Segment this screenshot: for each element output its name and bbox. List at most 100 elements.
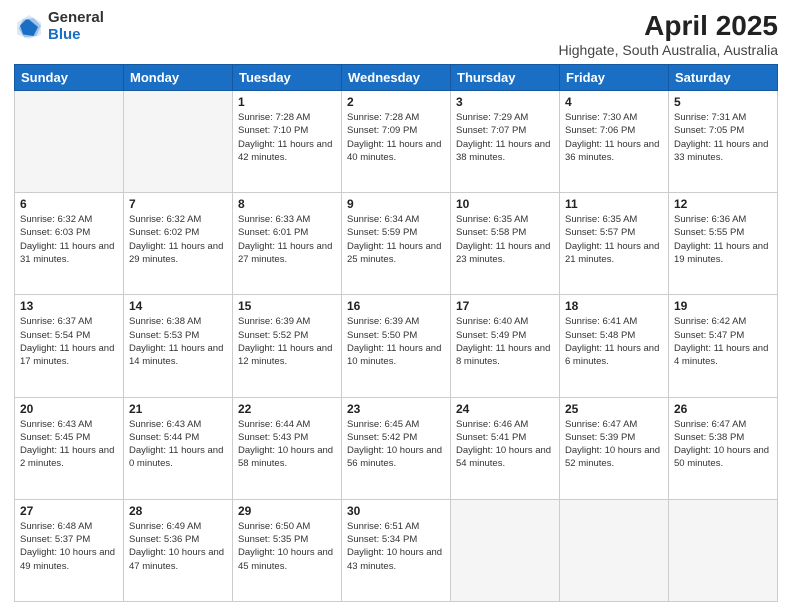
calendar-cell: 14 Sunrise: 6:38 AM Sunset: 5:53 PM Dayli… [124,295,233,397]
calendar-cell: 18 Sunrise: 6:41 AM Sunset: 5:48 PM Dayli… [560,295,669,397]
day-number: 20 [20,402,118,416]
day-info: Sunrise: 6:43 AM Sunset: 5:44 PM Dayligh… [129,418,227,471]
calendar-cell [560,499,669,601]
day-number: 19 [674,299,772,313]
day-number: 7 [129,197,227,211]
calendar-cell: 17 Sunrise: 6:40 AM Sunset: 5:49 PM Dayli… [451,295,560,397]
col-thursday: Thursday [451,65,560,91]
calendar-cell: 4Sunrise: 7:30 AM Sunset: 7:06 PM Daylig… [560,91,669,193]
calendar-cell: 12 Sunrise: 6:36 AM Sunset: 5:55 PM Dayli… [669,193,778,295]
day-info: Sunrise: 7:30 AM Sunset: 7:06 PM Dayligh… [565,111,663,164]
day-number: 23 [347,402,445,416]
day-number: 8 [238,197,336,211]
calendar-cell: 11Sunrise: 6:35 AM Sunset: 5:57 PM Dayli… [560,193,669,295]
calendar-cell: 3Sunrise: 7:29 AM Sunset: 7:07 PM Daylig… [451,91,560,193]
calendar-cell: 30 Sunrise: 6:51 AM Sunset: 5:34 PM Dayli… [342,499,451,601]
header-row: Sunday Monday Tuesday Wednesday Thursday… [15,65,778,91]
calendar-cell: 28 Sunrise: 6:49 AM Sunset: 5:36 PM Dayli… [124,499,233,601]
calendar-cell: 13 Sunrise: 6:37 AM Sunset: 5:54 PM Dayli… [15,295,124,397]
day-info: Sunrise: 6:40 AM Sunset: 5:49 PM Dayligh… [456,315,554,368]
day-info: Sunrise: 6:47 AM Sunset: 5:39 PM Dayligh… [565,418,663,471]
day-info: Sunrise: 6:45 AM Sunset: 5:42 PM Dayligh… [347,418,445,471]
day-info: Sunrise: 7:29 AM Sunset: 7:07 PM Dayligh… [456,111,554,164]
logo-icon [14,12,44,42]
day-number: 24 [456,402,554,416]
day-number: 26 [674,402,772,416]
day-info: Sunrise: 6:43 AM Sunset: 5:45 PM Dayligh… [20,418,118,471]
day-info: Sunrise: 6:35 AM Sunset: 5:57 PM Dayligh… [565,213,663,266]
day-number: 9 [347,197,445,211]
calendar-cell [124,91,233,193]
day-number: 18 [565,299,663,313]
week-row-0: 1 Sunrise: 7:28 AM Sunset: 7:10 PM Daylig… [15,91,778,193]
day-info: Sunrise: 6:41 AM Sunset: 5:48 PM Dayligh… [565,315,663,368]
week-row-3: 20 Sunrise: 6:43 AM Sunset: 5:45 PM Dayli… [15,397,778,499]
day-info: Sunrise: 6:34 AM Sunset: 5:59 PM Dayligh… [347,213,445,266]
week-row-1: 6Sunrise: 6:32 AM Sunset: 6:03 PM Daylig… [15,193,778,295]
calendar-cell: 27 Sunrise: 6:48 AM Sunset: 5:37 PM Dayli… [15,499,124,601]
title-area: April 2025 Highgate, South Australia, Au… [559,10,778,58]
col-friday: Friday [560,65,669,91]
col-monday: Monday [124,65,233,91]
day-number: 22 [238,402,336,416]
calendar-cell [669,499,778,601]
day-number: 25 [565,402,663,416]
day-info: Sunrise: 6:37 AM Sunset: 5:54 PM Dayligh… [20,315,118,368]
day-info: Sunrise: 7:28 AM Sunset: 7:10 PM Dayligh… [238,111,336,164]
day-number: 30 [347,504,445,518]
day-info: Sunrise: 6:44 AM Sunset: 5:43 PM Dayligh… [238,418,336,471]
day-info: Sunrise: 6:49 AM Sunset: 5:36 PM Dayligh… [129,520,227,573]
calendar-cell: 24 Sunrise: 6:46 AM Sunset: 5:41 PM Dayli… [451,397,560,499]
day-number: 29 [238,504,336,518]
day-info: Sunrise: 6:36 AM Sunset: 5:55 PM Dayligh… [674,213,772,266]
day-info: Sunrise: 6:46 AM Sunset: 5:41 PM Dayligh… [456,418,554,471]
col-sunday: Sunday [15,65,124,91]
day-number: 6 [20,197,118,211]
day-info: Sunrise: 7:31 AM Sunset: 7:05 PM Dayligh… [674,111,772,164]
day-number: 17 [456,299,554,313]
logo-general: General [48,10,104,27]
day-number: 5 [674,95,772,109]
day-number: 27 [20,504,118,518]
logo-text: General Blue [48,10,104,43]
day-info: Sunrise: 7:28 AM Sunset: 7:09 PM Dayligh… [347,111,445,164]
day-info: Sunrise: 6:47 AM Sunset: 5:38 PM Dayligh… [674,418,772,471]
calendar-title: April 2025 [559,10,778,42]
day-info: Sunrise: 6:51 AM Sunset: 5:34 PM Dayligh… [347,520,445,573]
day-number: 10 [456,197,554,211]
day-info: Sunrise: 6:38 AM Sunset: 5:53 PM Dayligh… [129,315,227,368]
day-info: Sunrise: 6:39 AM Sunset: 5:52 PM Dayligh… [238,315,336,368]
col-wednesday: Wednesday [342,65,451,91]
day-number: 14 [129,299,227,313]
calendar-cell: 6Sunrise: 6:32 AM Sunset: 6:03 PM Daylig… [15,193,124,295]
day-info: Sunrise: 6:42 AM Sunset: 5:47 PM Dayligh… [674,315,772,368]
day-number: 28 [129,504,227,518]
day-info: Sunrise: 6:48 AM Sunset: 5:37 PM Dayligh… [20,520,118,573]
calendar-cell: 22 Sunrise: 6:44 AM Sunset: 5:43 PM Dayli… [233,397,342,499]
calendar-cell: 7 Sunrise: 6:32 AM Sunset: 6:02 PM Daylig… [124,193,233,295]
calendar-cell: 2 Sunrise: 7:28 AM Sunset: 7:09 PM Daylig… [342,91,451,193]
calendar-cell [15,91,124,193]
day-number: 13 [20,299,118,313]
day-number: 1 [238,95,336,109]
day-info: Sunrise: 6:32 AM Sunset: 6:02 PM Dayligh… [129,213,227,266]
header: General Blue April 2025 Highgate, South … [14,10,778,58]
calendar-table: Sunday Monday Tuesday Wednesday Thursday… [14,64,778,602]
col-tuesday: Tuesday [233,65,342,91]
day-number: 12 [674,197,772,211]
calendar-cell: 8Sunrise: 6:33 AM Sunset: 6:01 PM Daylig… [233,193,342,295]
col-saturday: Saturday [669,65,778,91]
day-info: Sunrise: 6:50 AM Sunset: 5:35 PM Dayligh… [238,520,336,573]
calendar-cell: 26 Sunrise: 6:47 AM Sunset: 5:38 PM Dayli… [669,397,778,499]
calendar-cell: 5 Sunrise: 7:31 AM Sunset: 7:05 PM Daylig… [669,91,778,193]
week-row-2: 13 Sunrise: 6:37 AM Sunset: 5:54 PM Dayli… [15,295,778,397]
day-number: 2 [347,95,445,109]
day-number: 16 [347,299,445,313]
calendar-cell: 25 Sunrise: 6:47 AM Sunset: 5:39 PM Dayli… [560,397,669,499]
calendar-subtitle: Highgate, South Australia, Australia [559,42,778,58]
logo: General Blue [14,10,104,43]
week-row-4: 27 Sunrise: 6:48 AM Sunset: 5:37 PM Dayli… [15,499,778,601]
day-number: 21 [129,402,227,416]
calendar-cell: 21 Sunrise: 6:43 AM Sunset: 5:44 PM Dayli… [124,397,233,499]
calendar-cell: 29 Sunrise: 6:50 AM Sunset: 5:35 PM Dayli… [233,499,342,601]
